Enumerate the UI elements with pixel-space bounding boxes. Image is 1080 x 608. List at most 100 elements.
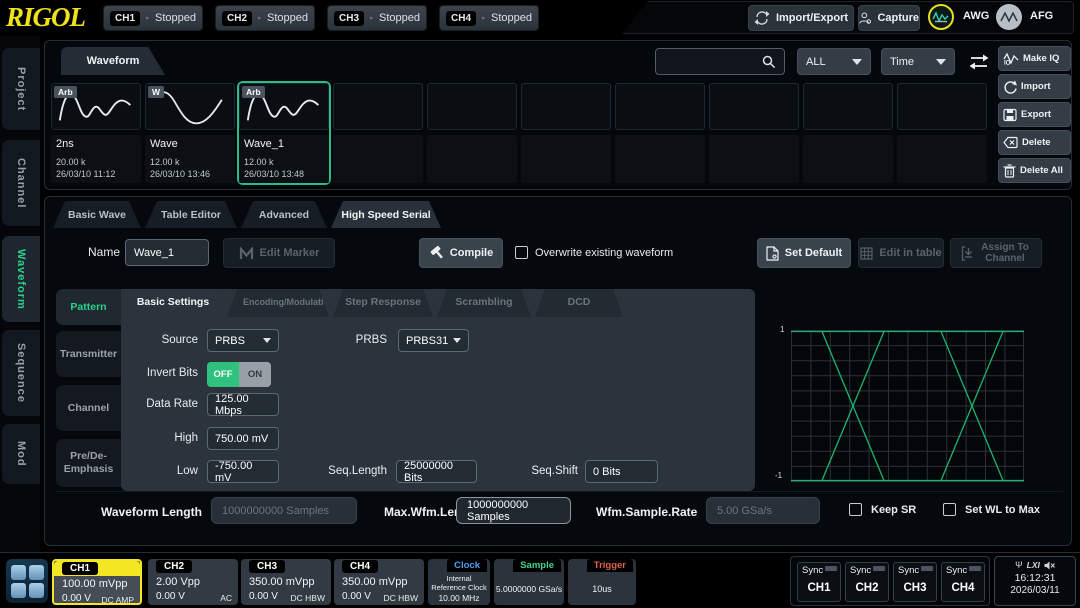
side-tab-pattern[interactable]: Pattern <box>56 289 121 325</box>
name-label: Name <box>88 245 120 259</box>
delete-label: Delete <box>1022 137 1051 148</box>
ch4-mode: DC HBW <box>384 593 418 603</box>
afg-label[interactable]: AFG <box>1030 10 1053 22</box>
import-label: Import <box>1021 81 1051 92</box>
sync-ch1-button[interactable]: Sync CH1 <box>797 562 841 602</box>
sample-status-chip[interactable]: Sample 5.0000000 GSa/s <box>494 559 564 605</box>
edit-marker-button[interactable]: Edit Marker <box>223 238 335 268</box>
keep-sr-checkbox[interactable] <box>849 503 862 516</box>
search-input[interactable] <box>666 56 762 68</box>
svg-text:IQ: IQ <box>1004 61 1011 66</box>
toggle-off-option[interactable]: OFF <box>207 362 239 387</box>
import-export-button[interactable]: Import/Export <box>748 5 854 31</box>
setting-tab-step-response[interactable]: Step Response <box>333 289 433 317</box>
sidebar-item-channel[interactable]: Channel <box>2 140 40 226</box>
sync-ch3-button[interactable]: Sync CH3 <box>893 562 937 602</box>
usb-icon: Ψ <box>1015 560 1023 570</box>
apps-grid-icon[interactable] <box>6 559 48 603</box>
sync-ch4-button[interactable]: Sync CH4 <box>941 562 985 602</box>
prbs-dropdown[interactable]: PRBS31 <box>398 329 469 352</box>
waveform-preview: Arb <box>239 83 329 130</box>
setting-tab-basic-settings[interactable]: Basic Settings <box>121 289 225 317</box>
waveform-item-wave[interactable]: W Wave 12.00 k 26/03/10 13:46 <box>145 83 235 183</box>
search-box[interactable] <box>655 48 785 75</box>
filter-sort-dropdown[interactable]: Time <box>881 48 955 75</box>
setting-tab-scrambling[interactable]: Scrambling <box>437 289 531 317</box>
trigger-status-chip[interactable]: Trigger 10us <box>568 559 636 605</box>
ch2-vpp: 2.00 Vpp <box>156 576 200 588</box>
tab-basic-wave[interactable]: Basic Wave <box>53 201 141 228</box>
waveform-item-wave-1-selected[interactable]: Arb Wave_1 12.00 k 26/03/10 13:48 <box>239 83 329 183</box>
set-default-button[interactable]: Set Default <box>757 238 851 268</box>
ch2-status: Stopped <box>267 12 308 24</box>
seq-length-label: Seq.Length <box>317 465 387 477</box>
sidebar-item-sequence[interactable]: Sequence <box>2 330 40 416</box>
export-button[interactable]: Export <box>998 102 1071 127</box>
sort-direction-button[interactable] <box>963 48 995 75</box>
edit-in-table-label: Edit in table <box>879 247 941 259</box>
awg-label[interactable]: AWG <box>963 10 989 22</box>
delete-all-button[interactable]: Delete All <box>998 158 1071 183</box>
trash-icon <box>1003 164 1016 178</box>
sync-nub <box>825 566 837 571</box>
ch3-run-button[interactable]: CH3 Stopped <box>327 5 427 31</box>
name-input[interactable] <box>134 247 200 259</box>
tab-table-editor[interactable]: Table Editor <box>145 201 237 228</box>
seq-length-field[interactable]: 25000000 Bits <box>396 460 477 483</box>
ch4-status-chip[interactable]: CH4 350.00 mVpp 0.00 V DC HBW <box>334 559 424 605</box>
filter-type-value: ALL <box>806 56 826 68</box>
side-tab-transmitter[interactable]: Transmitter <box>56 331 121 377</box>
set-wl-to-max-checkbox[interactable] <box>943 503 956 516</box>
seq-shift-field[interactable]: 0 Bits <box>585 460 658 483</box>
capture-button[interactable]: Capture <box>858 5 920 31</box>
datetime-panel[interactable]: Ψ LXI 16:12:31 2026/03/11 <box>994 556 1076 606</box>
afg-icon[interactable] <box>996 4 1022 30</box>
assign-to-channel-button[interactable]: Assign To Channel <box>950 238 1042 268</box>
capture-label: Capture <box>877 12 919 24</box>
ch3-label: CH3 <box>334 11 364 26</box>
data-rate-field[interactable]: 125.00 Mbps <box>207 393 279 416</box>
ch4-run-button[interactable]: CH4 Stopped <box>439 5 539 31</box>
waveform-name: Wave_1 <box>244 138 324 150</box>
waveform-item-2ns[interactable]: Arb 2ns 20.00 k 26/03/10 11:12 <box>51 83 141 183</box>
sidebar-item-mod[interactable]: Mod <box>2 424 40 484</box>
side-tab-channel[interactable]: Channel <box>56 385 121 431</box>
ch1-run-button[interactable]: CH1 Stopped <box>103 5 203 31</box>
toggle-on-option[interactable]: ON <box>239 362 271 387</box>
sync-nub <box>921 566 933 571</box>
browser-tab-waveform[interactable]: Waveform <box>61 47 165 75</box>
sync-ch2-button[interactable]: Sync CH2 <box>845 562 889 602</box>
overwrite-checkbox[interactable] <box>515 246 528 259</box>
ch1-status-chip[interactable]: CH1 100.00 mVpp 0.00 V DC AMP <box>52 559 142 605</box>
compile-button[interactable]: Compile <box>419 238 503 268</box>
ch2-status-chip[interactable]: CH2 2.00 Vpp 0.00 V AC <box>148 559 238 605</box>
setting-tab-encoding-modulation[interactable]: Encoding/Modulation <box>227 289 329 317</box>
clock-status-chip[interactable]: Clock Internal Reference Clock 10.00 MHz <box>428 559 490 605</box>
ch3-status-chip[interactable]: CH3 350.00 mVpp 0.00 V DC HBW <box>241 559 331 605</box>
max-wfm-length-field[interactable]: 1000000000 Samples <box>456 497 571 524</box>
waveform-info: Wave 12.00 k 26/03/10 13:46 <box>145 135 235 183</box>
delete-button[interactable]: Delete <box>998 130 1071 155</box>
ch2-run-button[interactable]: CH2 Stopped <box>215 5 315 31</box>
invert-bits-toggle[interactable]: OFF ON <box>207 362 271 387</box>
awg-icon[interactable] <box>928 4 954 30</box>
source-dropdown[interactable]: PRBS <box>207 329 279 352</box>
waveform-info: 2ns 20.00 k 26/03/10 11:12 <box>51 135 141 183</box>
clock-date: 2026/03/11 <box>995 585 1075 596</box>
name-field[interactable] <box>125 239 209 266</box>
side-tab-pre-de-emphasis[interactable]: Pre/De-Emphasis <box>56 439 121 487</box>
waveform-preview: Arb <box>51 83 141 130</box>
edit-in-table-button[interactable]: Edit in table <box>858 238 944 268</box>
import-button[interactable]: Import <box>998 74 1071 99</box>
low-field[interactable]: -750.00 mV <box>207 460 279 483</box>
sidebar-item-waveform[interactable]: Waveform <box>2 236 40 322</box>
tab-high-speed-serial[interactable]: High Speed Serial <box>331 201 441 228</box>
filter-type-dropdown[interactable]: ALL <box>797 48 871 75</box>
status-bar: CH1 100.00 mVpp 0.00 V DC AMP CH2 2.00 V… <box>0 552 1080 608</box>
tab-advanced[interactable]: Advanced <box>241 201 327 228</box>
high-field[interactable]: 750.00 mV <box>207 427 279 450</box>
sync-group-panel: Sync CH1 Sync CH2 Sync CH3 Sync CH4 <box>790 556 990 606</box>
sidebar-item-project[interactable]: Project <box>2 48 40 130</box>
make-iq-button[interactable]: IQ Make IQ <box>998 46 1071 71</box>
setting-tab-dcd[interactable]: DCD <box>535 289 623 317</box>
